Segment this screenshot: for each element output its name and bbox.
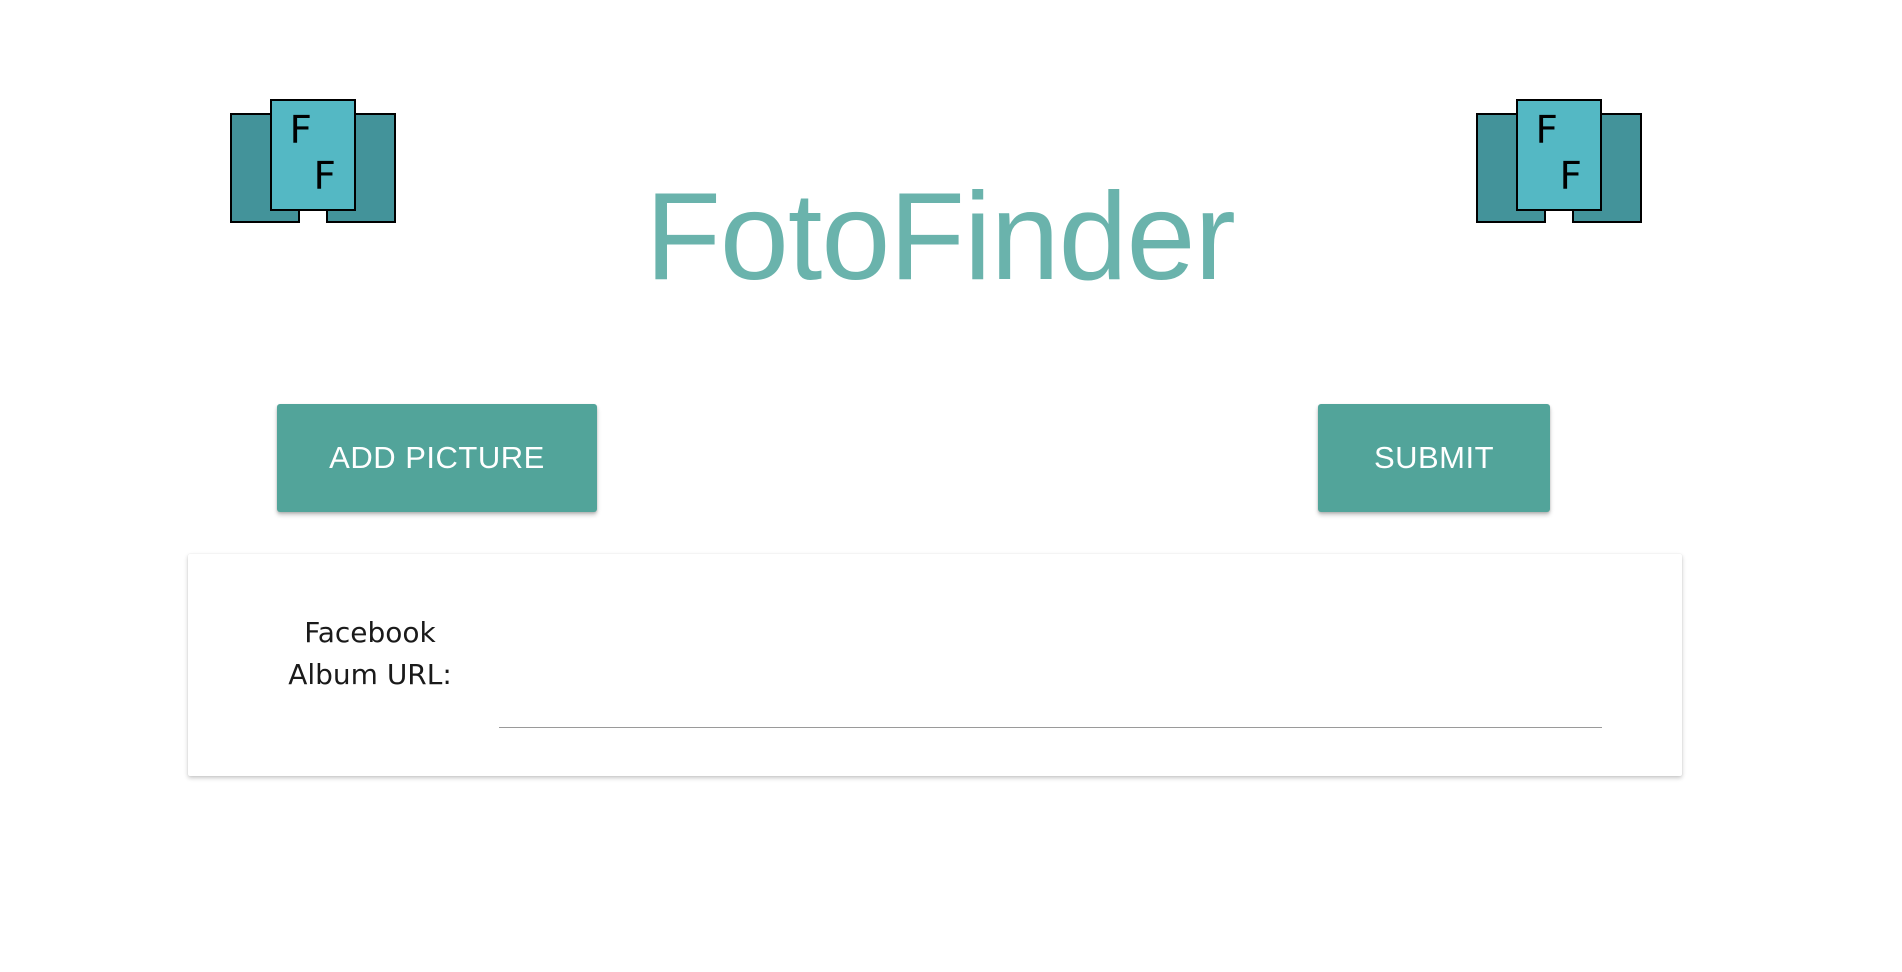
- url-form-card: Facebook Album URL:: [188, 554, 1682, 776]
- add-picture-button[interactable]: ADD PICTURE: [277, 404, 597, 512]
- logo-letter: F: [1535, 108, 1558, 152]
- page: F F F F FotoFinder ADD PICTURE SUBMIT Fa…: [0, 0, 1902, 972]
- logo-letter: F: [1559, 154, 1582, 198]
- fotofinder-logo-icon: F F: [1475, 98, 1643, 224]
- album-url-input[interactable]: [499, 684, 1602, 728]
- album-url-label-line2: Album URL:: [288, 658, 452, 691]
- album-url-label: Facebook Album URL:: [278, 612, 462, 696]
- submit-button[interactable]: SUBMIT: [1318, 404, 1550, 512]
- logo-letter: F: [313, 154, 336, 198]
- fotofinder-logo-icon: F F: [229, 98, 397, 224]
- album-url-label-line1: Facebook: [304, 616, 436, 649]
- logo-letter: F: [289, 108, 312, 152]
- app-title: FotoFinder: [645, 168, 1236, 306]
